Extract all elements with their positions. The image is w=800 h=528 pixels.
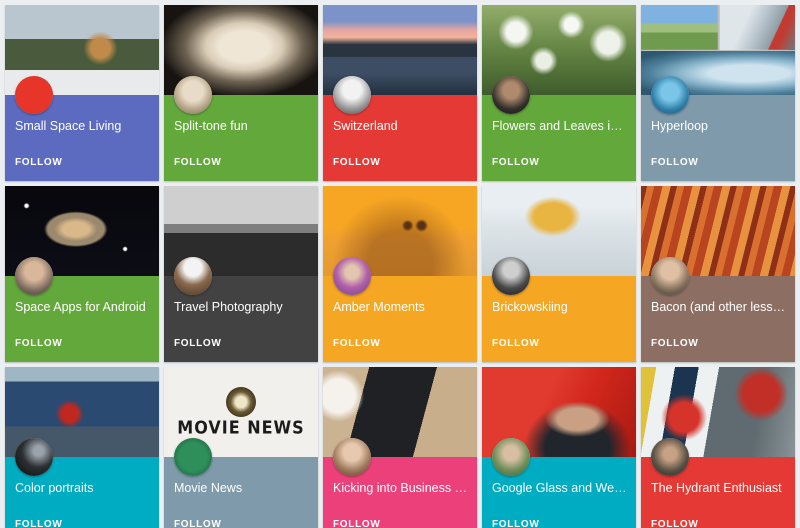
collection-card[interactable]: Flowers and Leaves in Toky… FOLLOW [482, 5, 636, 181]
follow-button[interactable]: FOLLOW [492, 338, 540, 349]
follow-button[interactable]: FOLLOW [492, 519, 540, 528]
avatar-image [492, 76, 530, 114]
avatar-image [15, 76, 53, 114]
follow-button[interactable]: FOLLOW [651, 157, 699, 168]
collection-card[interactable]: Travel Photography FOLLOW [164, 186, 318, 362]
avatar-image [15, 438, 53, 476]
avatar-image [174, 76, 212, 114]
avatar[interactable] [15, 257, 53, 295]
avatar[interactable] [492, 76, 530, 114]
avatar-image [174, 438, 212, 476]
card-title: Kicking into Business Mode! [333, 481, 469, 495]
follow-button[interactable]: FOLLOW [15, 157, 63, 168]
avatar-image [15, 257, 53, 295]
avatar-image [651, 438, 689, 476]
card-title: Amber Moments [333, 300, 425, 314]
avatar[interactable] [333, 257, 371, 295]
logo-wordmark: MOVIE NEWS [177, 416, 305, 439]
avatar-image [333, 438, 371, 476]
follow-button[interactable]: FOLLOW [174, 157, 222, 168]
collage-tile [641, 5, 718, 50]
card-title: Google Glass and Wearables [492, 481, 628, 495]
avatar[interactable] [174, 76, 212, 114]
card-title: Bacon (and other lesser foo… [651, 300, 787, 314]
avatar[interactable] [174, 257, 212, 295]
avatar-image [651, 257, 689, 295]
collection-card[interactable]: Kicking into Business Mode! FOLLOW [323, 367, 477, 528]
card-title: Color portraits [15, 481, 94, 495]
avatar-image [333, 76, 371, 114]
avatar[interactable] [651, 438, 689, 476]
collection-card[interactable]: Small Space Living FOLLOW [5, 5, 159, 181]
collection-card[interactable]: Split-tone fun FOLLOW [164, 5, 318, 181]
avatar[interactable] [15, 76, 53, 114]
collection-card[interactable]: The Hydrant Enthusiast FOLLOW [641, 367, 795, 528]
collage-tile [718, 5, 795, 50]
follow-button[interactable]: FOLLOW [651, 519, 699, 528]
avatar[interactable] [651, 76, 689, 114]
collection-card[interactable]: MOVIE NEWS Movie News FOLLOW [164, 367, 318, 528]
follow-button[interactable]: FOLLOW [333, 519, 381, 528]
card-title: Flowers and Leaves in Toky… [492, 119, 628, 133]
card-title: Travel Photography [174, 300, 283, 314]
collection-card[interactable]: Google Glass and Wearables FOLLOW [482, 367, 636, 528]
follow-button[interactable]: FOLLOW [492, 157, 540, 168]
card-grid: Small Space Living FOLLOW Split-tone fun FO… [0, 0, 800, 528]
card-title: Space Apps for Android [15, 300, 146, 314]
avatar-image [333, 257, 371, 295]
follow-button[interactable]: FOLLOW [333, 157, 381, 168]
collection-card[interactable]: Switzerland FOLLOW [323, 5, 477, 181]
card-title: The Hydrant Enthusiast [651, 481, 782, 495]
follow-button[interactable]: FOLLOW [174, 519, 222, 528]
avatar[interactable] [492, 438, 530, 476]
card-title: Brickowskiing [492, 300, 568, 314]
card-title: Split-tone fun [174, 119, 248, 133]
card-title: Movie News [174, 481, 243, 495]
collection-card[interactable]: Amber Moments FOLLOW [323, 186, 477, 362]
avatar-image [492, 438, 530, 476]
collection-card[interactable]: Space Apps for Android FOLLOW [5, 186, 159, 362]
avatar[interactable] [651, 257, 689, 295]
follow-button[interactable]: FOLLOW [333, 338, 381, 349]
collection-card[interactable]: Brickowskiing FOLLOW [482, 186, 636, 362]
collection-card[interactable]: Hyperloop FOLLOW [641, 5, 795, 181]
follow-button[interactable]: FOLLOW [15, 338, 63, 349]
card-title: Small Space Living [15, 119, 122, 133]
follow-button[interactable]: FOLLOW [15, 519, 63, 528]
avatar[interactable] [492, 257, 530, 295]
avatar-image [174, 257, 212, 295]
collection-card[interactable]: Bacon (and other lesser foo… FOLLOW [641, 186, 795, 362]
follow-button[interactable]: FOLLOW [651, 338, 699, 349]
card-title: Hyperloop [651, 119, 708, 133]
avatar[interactable] [333, 76, 371, 114]
follow-button[interactable]: FOLLOW [174, 338, 222, 349]
avatar-image [492, 257, 530, 295]
geeks-of-the-round-badge-icon [226, 387, 256, 417]
avatar-image [651, 76, 689, 114]
card-title: Switzerland [333, 119, 398, 133]
avatar[interactable] [174, 438, 212, 476]
avatar[interactable] [15, 438, 53, 476]
avatar[interactable] [333, 438, 371, 476]
collection-card[interactable]: Color portraits FOLLOW [5, 367, 159, 528]
